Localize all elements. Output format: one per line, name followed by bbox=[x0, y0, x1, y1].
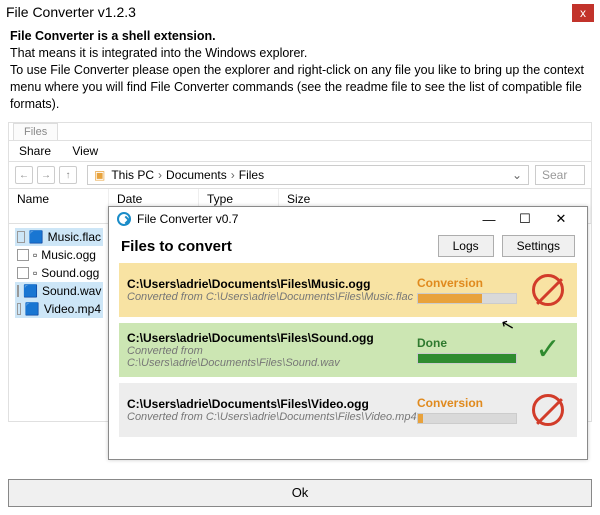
folder-icon: ▣ bbox=[94, 168, 105, 182]
logs-button[interactable]: Logs bbox=[438, 235, 494, 257]
intro-heading: File Converter is a shell extension. bbox=[10, 28, 590, 45]
col-name[interactable]: Name bbox=[9, 189, 109, 223]
close-button[interactable]: ✕ bbox=[543, 211, 579, 227]
file-icon: 🟦 bbox=[25, 302, 40, 316]
converter-title: File Converter v0.7 bbox=[137, 212, 238, 226]
app-icon bbox=[117, 212, 131, 226]
chevron-down-icon[interactable]: ⌄ bbox=[512, 168, 522, 182]
settings-button[interactable]: Settings bbox=[502, 235, 575, 257]
file-name: Sound.ogg bbox=[41, 266, 99, 280]
file-name: Music.flac bbox=[48, 230, 101, 244]
explorer-tab[interactable]: Files bbox=[13, 123, 58, 140]
job-path: C:\Users\adrie\Documents\Files\Music.ogg bbox=[127, 277, 417, 291]
check-icon: ✓ bbox=[535, 335, 560, 365]
file-item[interactable]: 🟦 Music.flac bbox=[15, 228, 103, 246]
intro-line1: That means it is integrated into the Win… bbox=[10, 45, 590, 62]
converter-heading: Files to convert bbox=[121, 238, 430, 255]
cancel-icon[interactable] bbox=[532, 394, 564, 426]
menu-share[interactable]: Share bbox=[19, 144, 51, 158]
file-icon: 🟦 bbox=[29, 230, 44, 244]
file-item[interactable]: ▫ Music.ogg bbox=[15, 246, 103, 264]
progress-bar bbox=[417, 293, 517, 304]
job-source: Converted from C:\Users\adrie\Documents\… bbox=[127, 345, 417, 369]
converter-window: File Converter v0.7 — ☐ ✕ Files to conve… bbox=[108, 206, 588, 460]
file-name: Music.ogg bbox=[41, 248, 96, 262]
file-icon: ▫ bbox=[33, 266, 37, 280]
file-item[interactable]: ▫ Sound.ogg bbox=[15, 264, 103, 282]
explorer-menubar: Share View bbox=[9, 140, 591, 162]
nav-fwd-button[interactable]: → bbox=[37, 166, 55, 184]
job-row: C:\Users\adrie\Documents\Files\Music.ogg… bbox=[119, 263, 577, 317]
intro-line2: To use File Converter please open the ex… bbox=[10, 62, 590, 113]
file-item[interactable]: 🟦 Sound.wav bbox=[15, 282, 103, 300]
file-checkbox[interactable] bbox=[17, 231, 25, 243]
intro-text: File Converter is a shell extension. Tha… bbox=[0, 22, 600, 116]
minimize-button[interactable]: — bbox=[471, 212, 507, 227]
progress-bar bbox=[417, 413, 517, 424]
job-source: Converted from C:\Users\adrie\Documents\… bbox=[127, 411, 417, 423]
job-row: C:\Users\adrie\Documents\Files\Video.ogg… bbox=[119, 383, 577, 437]
status-label: Conversion bbox=[417, 396, 527, 410]
job-source: Converted from C:\Users\adrie\Documents\… bbox=[127, 291, 417, 303]
file-checkbox[interactable] bbox=[17, 285, 19, 297]
file-icon: 🟦 bbox=[23, 284, 38, 298]
status-label: Conversion bbox=[417, 276, 527, 290]
address-bar[interactable]: ▣ This PC› Documents› Files ⌄ bbox=[87, 165, 529, 185]
nav-up-button[interactable]: ↑ bbox=[59, 166, 77, 184]
breadcrumb-seg[interactable]: Files bbox=[239, 168, 264, 182]
file-name: Video.mp4 bbox=[44, 302, 101, 316]
progress-bar bbox=[417, 353, 517, 364]
search-input[interactable]: Sear bbox=[535, 165, 585, 185]
file-checkbox[interactable] bbox=[17, 267, 29, 279]
close-button[interactable]: x bbox=[572, 4, 594, 22]
page-title: File Converter v1.2.3 bbox=[6, 4, 136, 20]
breadcrumb-seg[interactable]: This PC bbox=[111, 168, 154, 182]
cancel-icon[interactable] bbox=[532, 274, 564, 306]
menu-view[interactable]: View bbox=[72, 144, 98, 158]
job-path: C:\Users\adrie\Documents\Files\Video.ogg bbox=[127, 397, 417, 411]
nav-back-button[interactable]: ← bbox=[15, 166, 33, 184]
job-list: C:\Users\adrie\Documents\Files\Music.ogg… bbox=[109, 263, 587, 445]
file-list: 🟦Music.flac▫Music.ogg▫Sound.ogg🟦Sound.wa… bbox=[9, 224, 109, 322]
status-label: Done bbox=[417, 336, 527, 350]
file-item[interactable]: 🟦 Video.mp4 bbox=[15, 300, 103, 318]
file-name: Sound.wav bbox=[42, 284, 101, 298]
breadcrumb-seg[interactable]: Documents bbox=[166, 168, 227, 182]
job-path: C:\Users\adrie\Documents\Files\Sound.ogg bbox=[127, 331, 417, 345]
ok-button[interactable]: Ok bbox=[8, 479, 592, 507]
file-checkbox[interactable] bbox=[17, 303, 21, 315]
file-icon: ▫ bbox=[33, 248, 37, 262]
file-checkbox[interactable] bbox=[17, 249, 29, 261]
maximize-button[interactable]: ☐ bbox=[507, 211, 543, 227]
